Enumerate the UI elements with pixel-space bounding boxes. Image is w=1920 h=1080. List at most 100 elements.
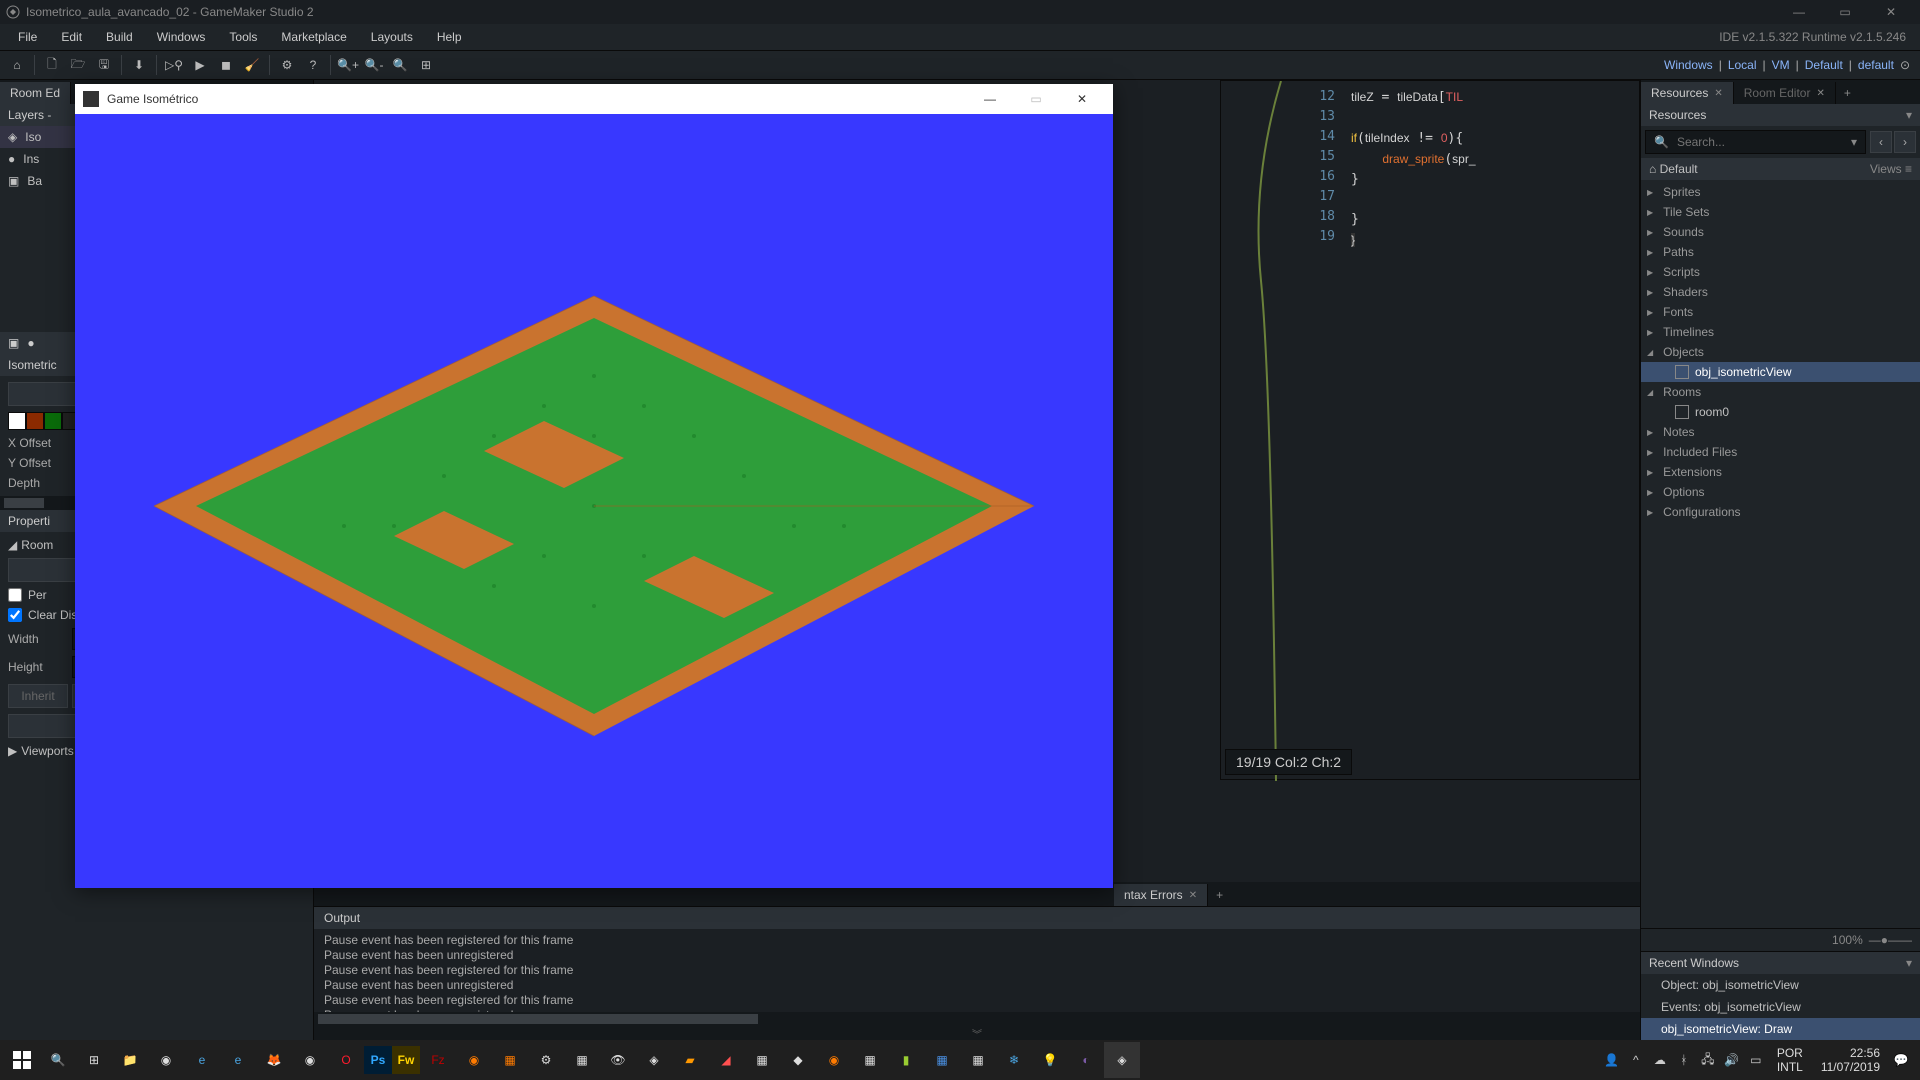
tree-configs[interactable]: Configurations	[1641, 502, 1920, 522]
fireworks-icon[interactable]: Fw	[392, 1046, 420, 1074]
menu-help[interactable]: Help	[425, 26, 474, 48]
app-icon-9[interactable]: ▮	[888, 1042, 924, 1078]
tray-clock[interactable]: 22:5611/07/2019	[1813, 1046, 1888, 1074]
game-close-button[interactable]: ✕	[1059, 84, 1105, 114]
game-minimize-button[interactable]: ―	[967, 84, 1013, 114]
tab-resources[interactable]: Resources✕	[1641, 82, 1734, 104]
tray-notifications-icon[interactable]: 💬	[1890, 1049, 1912, 1071]
clear-display-checkbox[interactable]	[8, 608, 22, 622]
target-worker[interactable]: Local	[1728, 58, 1757, 72]
menu-build[interactable]: Build	[94, 26, 145, 48]
game-titlebar[interactable]: Game Isométrico ― ▭ ✕	[75, 84, 1113, 114]
docking-button[interactable]: ⊞	[413, 52, 439, 78]
nav-back-button[interactable]: ‹	[1870, 131, 1892, 153]
tree-objects[interactable]: Objects	[1641, 342, 1920, 362]
output-scrollbar[interactable]	[314, 1012, 1640, 1026]
unity-icon[interactable]: ◆	[780, 1042, 816, 1078]
debug-button[interactable]: ▷⚲	[161, 52, 187, 78]
resource-zoom[interactable]: 100% —●——	[1641, 928, 1920, 951]
tray-battery-icon[interactable]: ▭	[1745, 1049, 1767, 1071]
tree-sounds[interactable]: Sounds	[1641, 222, 1920, 242]
chrome-icon[interactable]: ◉	[292, 1042, 328, 1078]
eclipse-icon[interactable]: ◐	[1068, 1042, 1104, 1078]
app-icon-5[interactable]: 👁	[600, 1042, 636, 1078]
menu-edit[interactable]: Edit	[49, 26, 94, 48]
menu-tools[interactable]: Tools	[217, 26, 269, 48]
app-icon-3[interactable]: ⚙	[528, 1042, 564, 1078]
explorer-icon[interactable]: 📁	[112, 1042, 148, 1078]
tree-options[interactable]: Options	[1641, 482, 1920, 502]
zoom-out-button[interactable]: 🔍-	[361, 52, 387, 78]
tray-people-icon[interactable]: 👤	[1601, 1049, 1623, 1071]
default-view-header[interactable]: ⌂ Default Views ≡	[1641, 158, 1920, 180]
tree-included[interactable]: Included Files	[1641, 442, 1920, 462]
close-icon[interactable]: ✕	[1816, 88, 1824, 99]
app-icon-1[interactable]: ◉	[456, 1042, 492, 1078]
resource-tree[interactable]: Sprites Tile Sets Sounds Paths Scripts S…	[1641, 180, 1920, 928]
home-button[interactable]: ⌂	[4, 52, 30, 78]
open-project-button[interactable]: 🗁	[65, 52, 91, 78]
add-tab-button[interactable]: +	[1208, 884, 1231, 906]
opera-icon[interactable]: O	[328, 1042, 364, 1078]
tree-shaders[interactable]: Shaders	[1641, 282, 1920, 302]
output-log[interactable]: Pause event has been registered for this…	[314, 929, 1640, 1012]
search-button[interactable]: 🔍	[40, 1042, 76, 1078]
os-close-button[interactable]: ✕	[1868, 0, 1914, 24]
app-icon-12[interactable]: ❄	[996, 1042, 1032, 1078]
resources-header[interactable]: Resources▾	[1641, 104, 1920, 126]
add-inst-layer-icon[interactable]: ●	[27, 336, 34, 350]
app-icon-13[interactable]: 💡	[1032, 1042, 1068, 1078]
os-minimize-button[interactable]: ―	[1776, 0, 1822, 24]
game-maximize-button[interactable]: ▭	[1013, 84, 1059, 114]
task-view-button[interactable]: ⊞	[76, 1042, 112, 1078]
code-lines[interactable]: tileZ = tileData[TIL if(tileIndex != 0){…	[1351, 87, 1639, 251]
target-platform[interactable]: Windows	[1664, 58, 1713, 72]
tab-room-editor[interactable]: Room Ed	[0, 82, 71, 104]
recent-draw[interactable]: obj_isometricView: Draw	[1641, 1018, 1920, 1040]
help-button[interactable]: ?	[300, 52, 326, 78]
edge-icon[interactable]: e	[220, 1042, 256, 1078]
close-icon[interactable]: ✕	[1189, 890, 1197, 901]
target-device[interactable]: Default	[1805, 58, 1843, 72]
inherit-code-button[interactable]: Inherit	[8, 684, 68, 708]
run-button[interactable]: ▶	[187, 52, 213, 78]
recent-events[interactable]: Events: obj_isometricView	[1641, 996, 1920, 1018]
app-icon-10[interactable]: ▦	[924, 1042, 960, 1078]
tab-room-editor-right[interactable]: Room Editor✕	[1734, 82, 1836, 104]
zoom-in-button[interactable]: 🔍+	[335, 52, 361, 78]
recent-object[interactable]: Object: obj_isometricView	[1641, 974, 1920, 996]
tree-extensions[interactable]: Extensions	[1641, 462, 1920, 482]
clean-button[interactable]: 🧹	[239, 52, 265, 78]
firefox-icon[interactable]: 🦊	[256, 1042, 292, 1078]
gms2-running-icon[interactable]: ◈	[1104, 1042, 1140, 1078]
app-icon-6[interactable]: ◢	[708, 1042, 744, 1078]
tray-bt-icon[interactable]: ᚼ	[1673, 1049, 1695, 1071]
tree-room0[interactable]: room0	[1641, 402, 1920, 422]
filezilla-icon[interactable]: Fz	[420, 1042, 456, 1078]
persistent-checkbox[interactable]	[8, 588, 22, 602]
tree-notes[interactable]: Notes	[1641, 422, 1920, 442]
photoshop-icon[interactable]: Ps	[364, 1046, 392, 1074]
resource-search-input[interactable]	[1673, 133, 1847, 151]
app-icon-8[interactable]: ▦	[852, 1042, 888, 1078]
game-options-button[interactable]: ⚙	[274, 52, 300, 78]
steam-icon[interactable]: ◉	[148, 1042, 184, 1078]
tray-volume-icon[interactable]: 🔊	[1721, 1049, 1743, 1071]
menu-file[interactable]: File	[6, 26, 49, 48]
tree-fonts[interactable]: Fonts	[1641, 302, 1920, 322]
tree-paths[interactable]: Paths	[1641, 242, 1920, 262]
tab-syntax-errors[interactable]: ntax Errors✕	[1114, 884, 1208, 906]
nav-fwd-button[interactable]: ›	[1894, 131, 1916, 153]
target-output[interactable]: VM	[1772, 58, 1790, 72]
tray-network-icon[interactable]: 🖧	[1697, 1049, 1719, 1071]
app-icon-11[interactable]: ▦	[960, 1042, 996, 1078]
tree-sprites[interactable]: Sprites	[1641, 182, 1920, 202]
tree-obj-isometricview[interactable]: obj_isometricView	[1641, 362, 1920, 382]
app-icon-7[interactable]: ▦	[744, 1042, 780, 1078]
start-button[interactable]	[4, 1042, 40, 1078]
gms-icon[interactable]: ◈	[636, 1042, 672, 1078]
code-editor[interactable]: 1213141516171819 tileZ = tileData[TIL if…	[1220, 80, 1640, 780]
close-icon[interactable]: ✕	[1714, 88, 1722, 99]
collapse-chevron[interactable]: ︾	[314, 1026, 1640, 1040]
tree-rooms[interactable]: Rooms	[1641, 382, 1920, 402]
